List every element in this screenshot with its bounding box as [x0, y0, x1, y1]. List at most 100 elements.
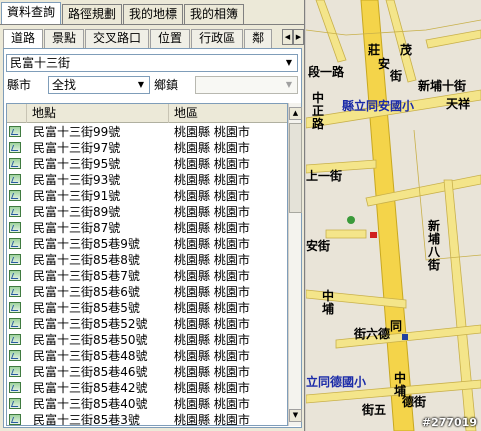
town-label: 鄉鎮	[154, 78, 179, 92]
county-select[interactable]: 全找 ▼	[48, 76, 150, 94]
location-icon	[9, 254, 21, 265]
map-label-zhongzheng: 中正路	[312, 91, 325, 131]
header-region[interactable]: 地區	[169, 104, 287, 123]
chevron-down-icon[interactable]: ▼	[282, 78, 296, 92]
table-scrollbar[interactable]: ▲ ▼	[288, 103, 302, 426]
cell-location: 民富十三街97號	[33, 141, 121, 155]
cell-region: 桃園縣 桃園市	[174, 317, 250, 331]
subtab-neighborhood[interactable]: 鄰	[244, 29, 273, 48]
cell-region: 桃園縣 桃園市	[174, 237, 250, 251]
cell-region: 桃園縣 桃園市	[174, 189, 250, 203]
table-row[interactable]: 民富十三街85巷8號 桃園縣 桃園市	[7, 252, 287, 268]
cell-location: 民富十三街85巷40號	[33, 397, 148, 411]
location-icon	[9, 206, 21, 217]
table-row[interactable]: 民富十三街85巷46號 桃園縣 桃園市	[7, 364, 287, 380]
table-row[interactable]: 民富十三街93號 桃園縣 桃園市	[7, 172, 287, 188]
scroll-thumb[interactable]	[289, 123, 302, 213]
subtab-intersection[interactable]: 交叉路口	[85, 29, 150, 48]
location-icon	[9, 158, 21, 169]
tab-my-album[interactable]: 我的相簿	[184, 4, 245, 24]
table-row[interactable]: 民富十三街87號 桃園縣 桃園市	[7, 220, 287, 236]
map-label-xinpu: 新埔十街	[418, 79, 467, 93]
tab-route-planning[interactable]: 路徑規劃	[62, 4, 123, 24]
subtab-location[interactable]: 位置	[150, 29, 191, 48]
scroll-up-icon[interactable]: ▲	[289, 107, 302, 120]
cell-location: 民富十三街85巷46號	[33, 365, 148, 379]
location-icon	[9, 222, 21, 233]
town-select[interactable]: ▼	[195, 76, 298, 94]
cell-location: 民富十三街85巷7號	[33, 269, 140, 283]
map-label-tianxiang: 天祥	[446, 97, 471, 111]
cell-location: 民富十三街85巷50號	[33, 333, 148, 347]
chevron-down-icon[interactable]: ▼	[282, 56, 296, 70]
subtab-district[interactable]: 行政區	[191, 29, 244, 48]
table-row[interactable]: 民富十三街85巷52號 桃園縣 桃園市	[7, 316, 287, 332]
table-row[interactable]: 民富十三街85巷48號 桃園縣 桃園市	[7, 348, 287, 364]
location-icon	[9, 302, 21, 313]
table-row[interactable]: 民富十三街85巷50號 桃園縣 桃園市	[7, 332, 287, 348]
subtab-right-arrow-icon[interactable]: ▶	[293, 29, 304, 45]
map-label-kai: 莊	[368, 43, 381, 57]
map-view[interactable]: 段一路 安 莊 茂 街 新埔十街 縣立同安國小 天祥 中正路 上一街 安街 新埔…	[306, 0, 481, 431]
top-tabs: 資料查詢 路徑規劃 我的地標 我的相簿	[1, 2, 245, 24]
location-icon	[9, 174, 21, 185]
map-label-tong: 同	[390, 319, 403, 333]
table-row[interactable]: 民富十三街91號 桃園縣 桃園市	[7, 188, 287, 204]
table-row[interactable]: 民富十三街89號 桃園縣 桃園市	[7, 204, 287, 220]
map-label-zhongpu: 中埔	[322, 289, 335, 316]
poi-marker-icon	[370, 232, 377, 238]
subtab-attraction[interactable]: 景點	[44, 29, 85, 48]
road-search-combo[interactable]: 民富十三街 ▼	[6, 54, 298, 72]
table-row[interactable]: 民富十三街95號 桃園縣 桃園市	[7, 156, 287, 172]
table-row[interactable]: 民富十三街85巷42號 桃園縣 桃園市	[7, 380, 287, 396]
tab-divider	[0, 24, 305, 25]
location-icon	[9, 334, 21, 345]
location-icon	[9, 414, 21, 425]
table-header: 地點 地區	[7, 104, 287, 123]
cell-region: 桃園縣 桃園市	[174, 205, 250, 219]
location-icon	[9, 270, 21, 281]
cell-region: 桃園縣 桃園市	[174, 333, 250, 347]
table-row[interactable]: 民富十三街85巷7號 桃園縣 桃園市	[7, 268, 287, 284]
map-label-liude: 街六德	[354, 327, 391, 341]
cell-region: 桃園縣 桃園市	[174, 349, 250, 363]
map-label-street: 街	[390, 69, 403, 83]
scroll-down-icon[interactable]: ▼	[289, 409, 302, 422]
subtab-road[interactable]: 道路	[3, 29, 44, 48]
subtab-left-arrow-icon[interactable]: ◀	[282, 29, 293, 45]
road-search-value: 民富十三街	[10, 56, 71, 70]
cell-location: 民富十三街89號	[33, 205, 121, 219]
cell-region: 桃園縣 桃園市	[174, 285, 250, 299]
park-marker-icon	[347, 216, 355, 224]
left-panel: 資料查詢 路徑規劃 我的地標 我的相簿 道路 景點 交叉路口 位置 行政區 鄰 …	[0, 0, 305, 431]
header-icon-col	[7, 104, 27, 123]
cell-location: 民富十三街85巷6號	[33, 285, 140, 299]
table-row[interactable]: 民富十三街85巷6號 桃園縣 桃園市	[7, 284, 287, 300]
tab-data-query[interactable]: 資料查詢	[1, 2, 62, 24]
map-label-mao: 茂	[400, 43, 413, 57]
map-label-xinpu-ba: 新埔八街	[428, 219, 441, 272]
bus-marker-icon	[402, 334, 408, 340]
table-row[interactable]: 民富十三街85巷3號 桃園縣 桃園市	[7, 412, 287, 426]
location-icon	[9, 142, 21, 153]
cell-location: 民富十三街85巷9號	[33, 237, 140, 251]
table-row[interactable]: 民富十三街99號 桃園縣 桃園市	[7, 124, 287, 140]
cell-region: 桃園縣 桃園市	[174, 253, 250, 267]
location-icon	[9, 398, 21, 409]
table-row[interactable]: 民富十三街97號 桃園縣 桃園市	[7, 140, 287, 156]
header-location[interactable]: 地點	[27, 104, 169, 123]
cell-region: 桃園縣 桃園市	[174, 301, 250, 315]
cell-region: 桃園縣 桃園市	[174, 221, 250, 235]
location-icon	[9, 318, 21, 329]
map-label-de-street: 德街	[402, 395, 427, 409]
cell-location: 民富十三街85巷3號	[33, 413, 140, 426]
table-row[interactable]: 民富十三街85巷40號 桃園縣 桃園市	[7, 396, 287, 412]
chevron-down-icon[interactable]: ▼	[134, 78, 148, 92]
table-row[interactable]: 民富十三街85巷5號 桃園縣 桃園市	[7, 300, 287, 316]
cell-location: 民富十三街91號	[33, 189, 121, 203]
location-icon	[9, 350, 21, 361]
table-row[interactable]: 民富十三街85巷9號 桃園縣 桃園市	[7, 236, 287, 252]
cell-region: 桃園縣 桃園市	[174, 397, 250, 411]
tab-my-landmarks[interactable]: 我的地標	[123, 4, 184, 24]
subtab-scroll-arrows: ◀ ▶	[282, 29, 304, 45]
